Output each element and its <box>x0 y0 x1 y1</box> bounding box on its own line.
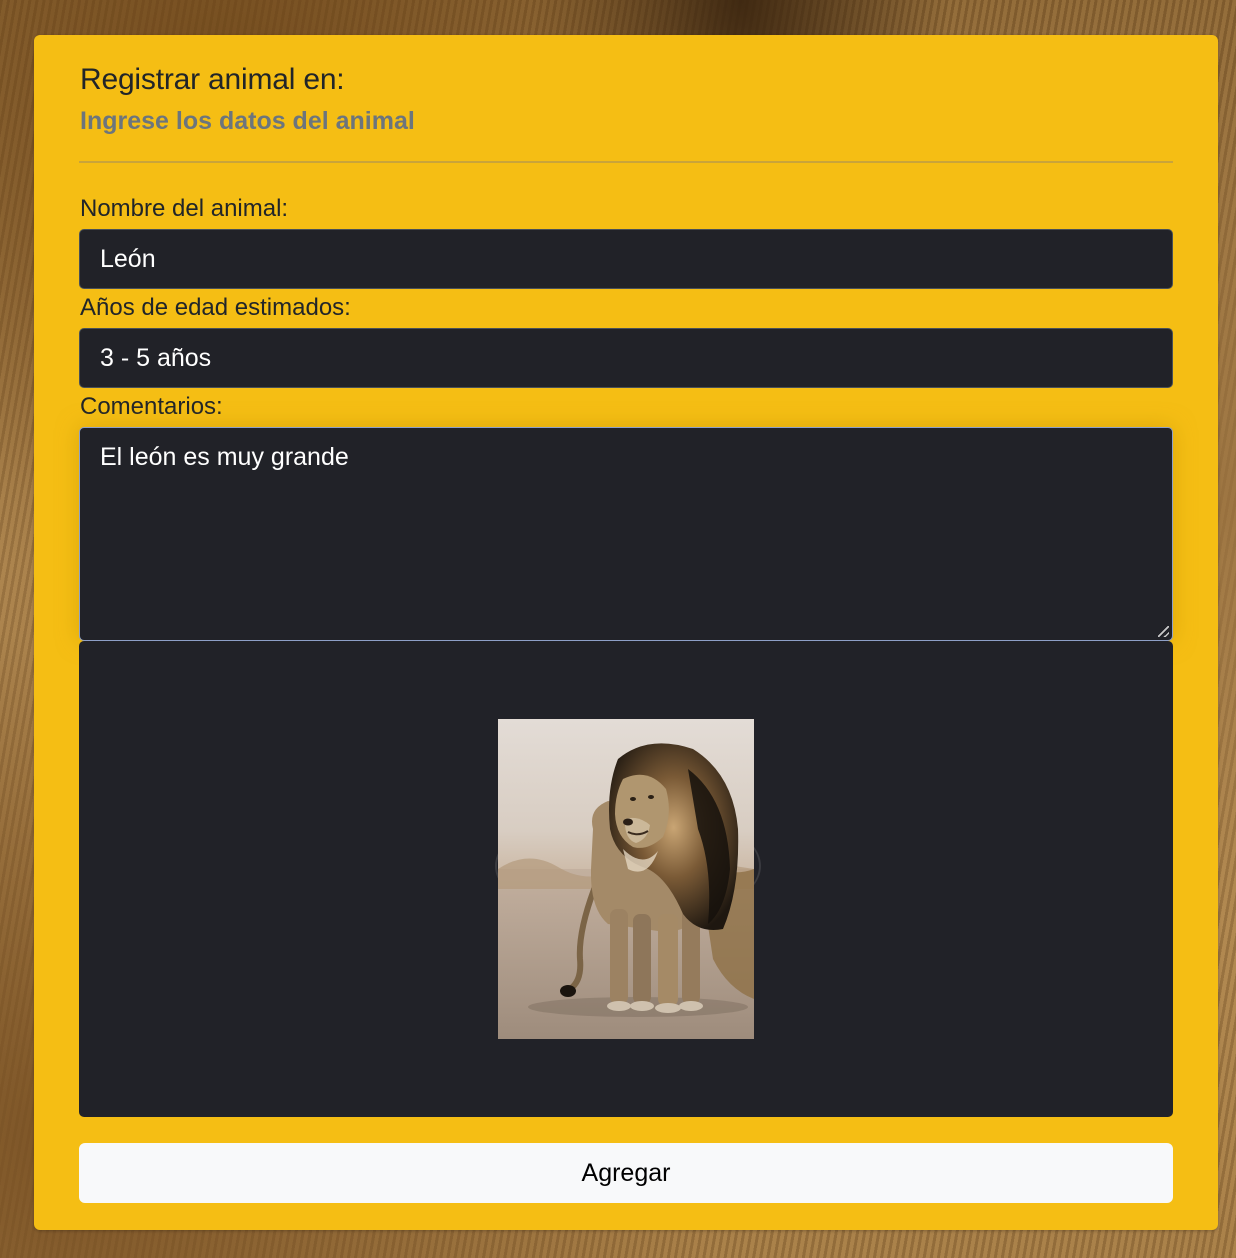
comments-value: El león es muy grande <box>100 443 349 471</box>
age-label: Años de edad estimados: <box>80 294 351 321</box>
lion-illustration <box>498 719 754 1039</box>
card-title: Registrar animal en: <box>80 63 345 96</box>
register-animal-card: Registrar animal en: Ingrese los datos d… <box>34 35 1218 1230</box>
animal-name-value: León <box>100 244 156 273</box>
age-select[interactable]: 3 - 5 años <box>79 328 1173 388</box>
age-value: 3 - 5 años <box>100 343 212 372</box>
divider <box>79 161 1173 163</box>
card-subtitle: Ingrese los datos del animal <box>80 107 415 135</box>
comments-label: Comentarios: <box>80 393 223 420</box>
resize-handle-icon[interactable] <box>1158 626 1169 637</box>
lion-photo <box>498 719 754 1039</box>
animal-preview-panel <box>79 641 1173 1117</box>
add-button[interactable]: Agregar <box>79 1143 1173 1203</box>
animal-name-select[interactable]: León <box>79 229 1173 289</box>
comments-textarea[interactable]: El león es muy grande <box>79 427 1173 641</box>
name-label: Nombre del animal: <box>80 195 289 222</box>
